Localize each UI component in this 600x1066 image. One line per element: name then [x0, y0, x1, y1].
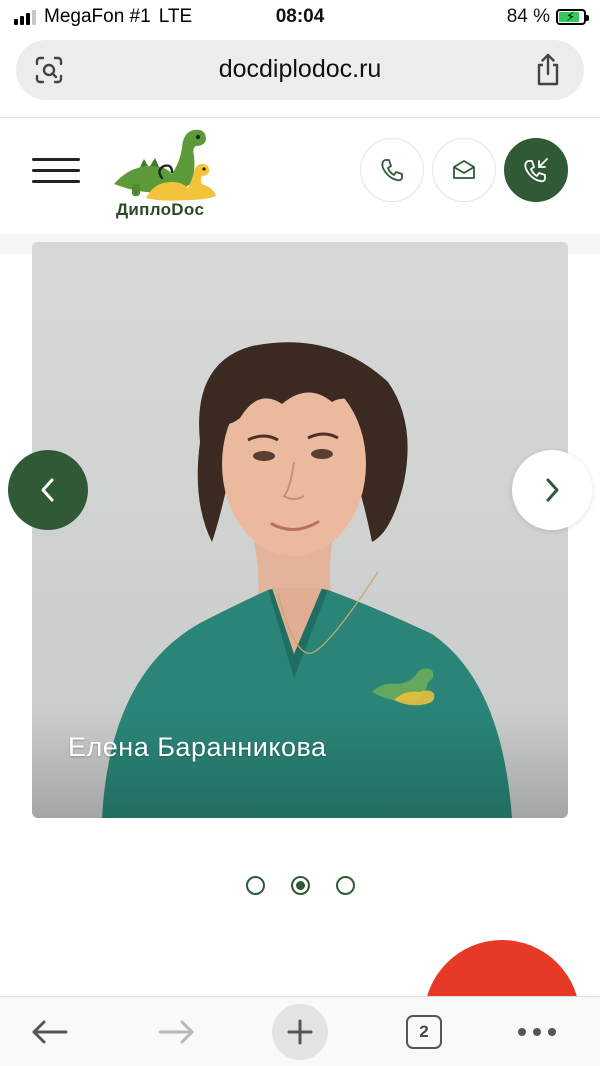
- logo-text: ДиплоDoc: [116, 200, 205, 219]
- slider-dot[interactable]: [335, 876, 355, 895]
- chevron-left-icon: [41, 478, 54, 502]
- back-arrow-icon: [32, 1020, 68, 1044]
- browser-toolbar: 2: [0, 996, 600, 1066]
- share-icon[interactable]: [534, 53, 562, 87]
- battery-icon: ⚡: [556, 9, 589, 25]
- callback-icon: [524, 158, 548, 183]
- phone-button[interactable]: [360, 138, 424, 202]
- phone-icon: [381, 159, 403, 182]
- site-header: ДиплоDoc: [0, 118, 600, 234]
- battery-percent: 84 %: [506, 6, 550, 27]
- more-button[interactable]: [512, 1005, 562, 1059]
- more-icon: [518, 1028, 556, 1036]
- new-tab-button[interactable]: [272, 1004, 328, 1060]
- hamburger-icon[interactable]: [32, 158, 80, 184]
- status-bar: MegaFon #1 LTE 08:04 84 % ⚡: [0, 0, 600, 34]
- slider-dot[interactable]: [245, 876, 265, 895]
- slider-dots: [0, 876, 600, 895]
- slider-dot-active[interactable]: [290, 876, 310, 895]
- forward-arrow-icon: [158, 1020, 194, 1044]
- page: MegaFon #1 LTE 08:04 84 % ⚡ docdiplodoc.…: [0, 0, 600, 1066]
- mail-icon: [453, 160, 475, 179]
- callback-button[interactable]: [504, 138, 568, 202]
- address-bar[interactable]: docdiplodoc.ru: [16, 40, 584, 100]
- tabs-count: 2: [406, 1015, 442, 1049]
- doctor-name: Елена Баранникова: [68, 732, 327, 762]
- logo[interactable]: ДиплоDoc: [110, 122, 218, 222]
- slider-prev-button[interactable]: [8, 450, 88, 530]
- url-text[interactable]: docdiplodoc.ru: [16, 55, 584, 84]
- forward-button[interactable]: [150, 1005, 202, 1059]
- mail-button[interactable]: [432, 138, 496, 202]
- chevron-right-icon: [546, 478, 559, 502]
- plus-icon: [287, 1019, 313, 1045]
- slider-next-button[interactable]: [512, 450, 592, 530]
- back-button[interactable]: [24, 1005, 76, 1059]
- doctor-slide[interactable]: Елена Баранникова: [32, 242, 568, 818]
- status-right: 84 % ⚡: [506, 6, 589, 28]
- tabs-button[interactable]: 2: [404, 1005, 444, 1059]
- dino-logo-icon: [114, 129, 216, 201]
